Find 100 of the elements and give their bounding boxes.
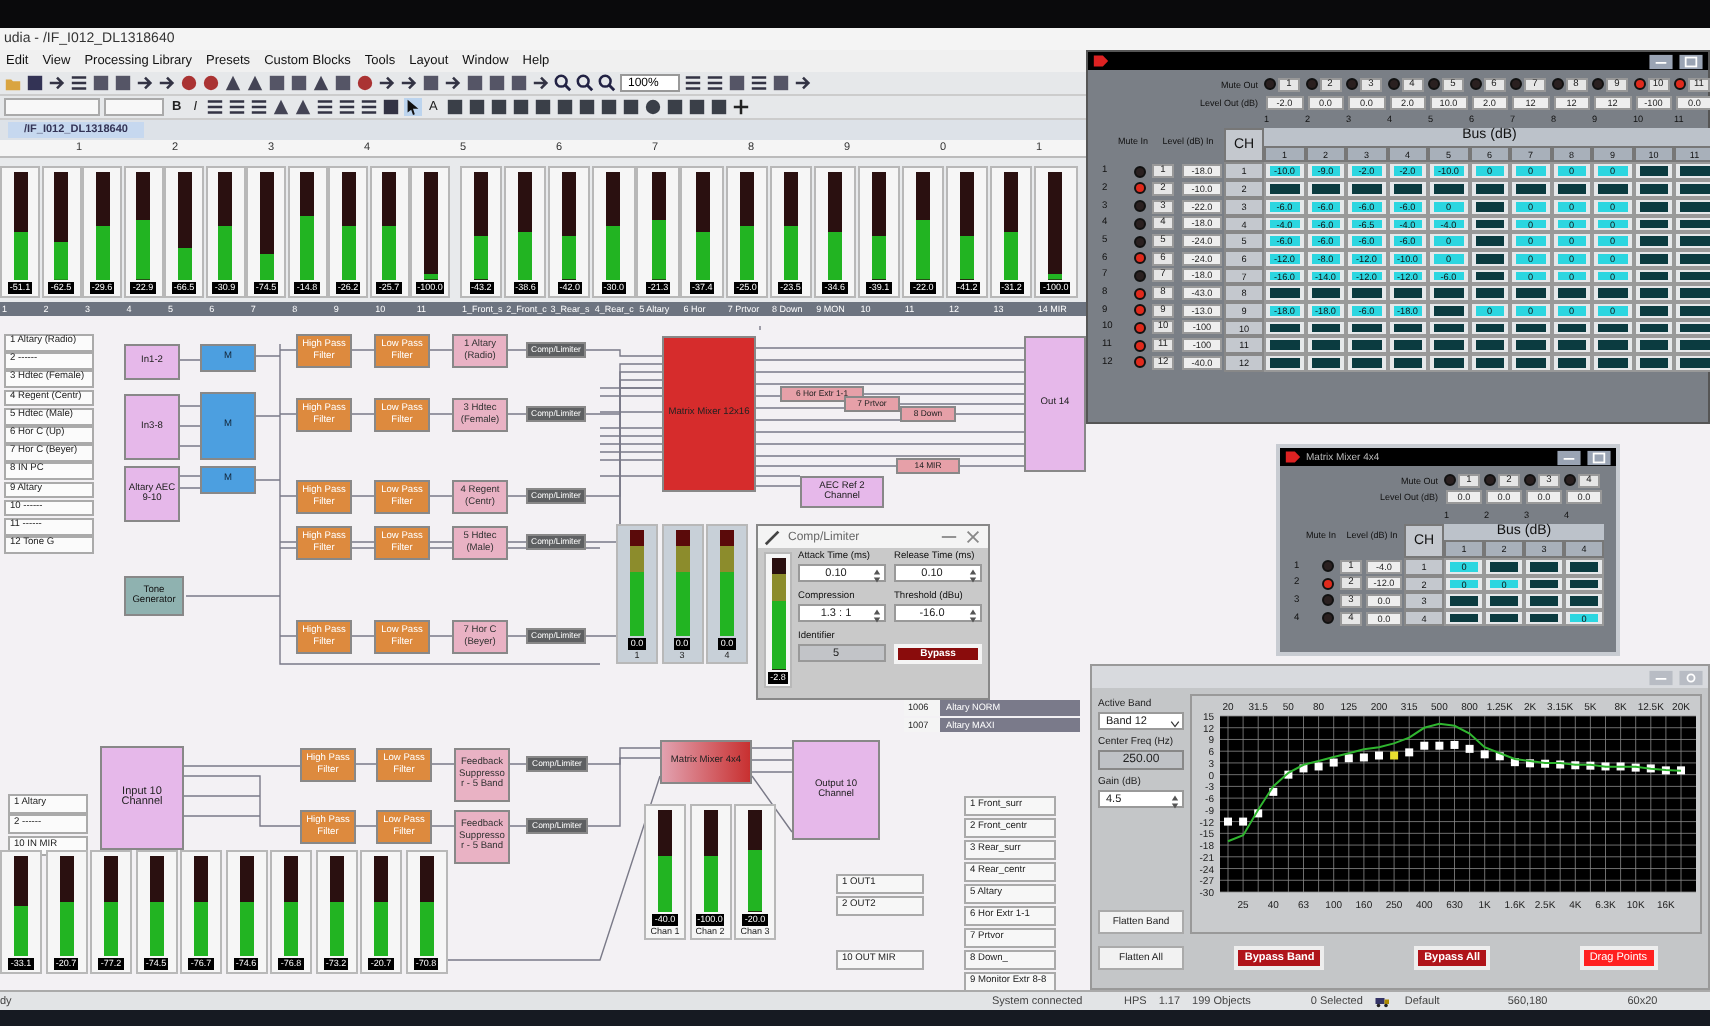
crosspoint-cell[interactable]: [1346, 336, 1387, 354]
crosspoint-cell[interactable]: [1387, 180, 1428, 198]
band-point[interactable]: [1344, 754, 1353, 763]
square-icon[interactable]: [488, 74, 506, 92]
crosspoint-cell[interactable]: [1633, 354, 1674, 372]
square-icon[interactable]: [510, 74, 528, 92]
crosspoint-cell[interactable]: [1633, 180, 1674, 198]
spinner-icon[interactable]: [872, 567, 882, 583]
band-point[interactable]: [1435, 741, 1444, 750]
crosspoint-cell[interactable]: [1264, 180, 1305, 198]
circle-icon[interactable]: [643, 98, 662, 116]
band-point[interactable]: [1284, 770, 1293, 779]
maximize-icon[interactable]: [1678, 53, 1704, 69]
crosspoint-cell[interactable]: [1551, 336, 1592, 354]
band-point[interactable]: [1586, 761, 1595, 770]
square-icon[interactable]: [489, 98, 508, 116]
crosspoint-cell[interactable]: [1674, 354, 1710, 372]
crosspoint-cell[interactable]: [1469, 232, 1510, 250]
crosspoint-cell[interactable]: [1674, 162, 1710, 181]
band-point[interactable]: [1329, 758, 1338, 767]
crosspoint-cell[interactable]: [1428, 284, 1469, 302]
band-point[interactable]: [1465, 744, 1474, 753]
crosspoint-cell[interactable]: [1674, 180, 1710, 198]
crosspoint-cell[interactable]: [1510, 354, 1551, 372]
crosspoint-cell[interactable]: [1346, 180, 1387, 198]
band-point[interactable]: [1510, 758, 1519, 767]
square-icon[interactable]: [466, 74, 484, 92]
band-point[interactable]: [1269, 787, 1278, 796]
crosspoint-cell[interactable]: [1524, 592, 1564, 610]
crosspoint-cell[interactable]: [1387, 354, 1428, 372]
lines-icon[interactable]: [706, 74, 725, 92]
crosspoint-cell[interactable]: [1264, 336, 1305, 354]
band-point[interactable]: [1631, 763, 1640, 772]
crosspoint-cell[interactable]: [1444, 592, 1484, 610]
circle-icon[interactable]: [180, 74, 198, 92]
band-point[interactable]: [1616, 762, 1625, 771]
square-icon[interactable]: [533, 98, 552, 116]
square-icon[interactable]: [422, 74, 440, 92]
crosspoint-cell[interactable]: [1551, 180, 1592, 198]
lines-icon[interactable]: [684, 74, 703, 92]
crosspoint-cell[interactable]: [1305, 284, 1346, 302]
crosspoint-cell[interactable]: [1346, 284, 1387, 302]
band-point[interactable]: [1420, 741, 1429, 750]
lines-icon[interactable]: [205, 98, 224, 116]
crosspoint-cell[interactable]: [1510, 336, 1551, 354]
crosspoint-cell[interactable]: [1305, 336, 1346, 354]
magnifier-icon[interactable]: [598, 74, 616, 92]
square-icon[interactable]: [334, 74, 352, 92]
crosspoint-cell[interactable]: [1592, 354, 1633, 372]
spinner-icon[interactable]: [968, 567, 978, 583]
crosspoint-cell[interactable]: [1510, 180, 1551, 198]
square-icon[interactable]: [621, 98, 640, 116]
square-icon[interactable]: [445, 98, 464, 116]
square-icon[interactable]: [92, 74, 110, 92]
crosspoint-cell[interactable]: [1592, 284, 1633, 302]
crosspoint-cell[interactable]: [1387, 336, 1428, 354]
crosspoint-cell[interactable]: [1428, 354, 1469, 372]
square-icon[interactable]: [467, 98, 486, 116]
crosspoint-cell[interactable]: [1633, 162, 1674, 181]
square-icon[interactable]: [687, 98, 706, 116]
circle-icon[interactable]: [202, 74, 220, 92]
band-point[interactable]: [1254, 809, 1263, 818]
lines-icon[interactable]: [249, 98, 268, 116]
crosspoint-cell[interactable]: [1469, 284, 1510, 302]
crosspoint-cell[interactable]: [1305, 354, 1346, 372]
band-point[interactable]: [1556, 760, 1565, 769]
crosspoint-cell[interactable]: [1469, 336, 1510, 354]
band-point[interactable]: [1314, 762, 1323, 771]
magnifier-icon[interactable]: [576, 74, 594, 92]
lines-icon[interactable]: [359, 98, 378, 116]
circle-icon[interactable]: [356, 74, 374, 92]
close-icon[interactable]: [964, 528, 982, 546]
band-point[interactable]: [1239, 817, 1248, 826]
crosspoint-cell[interactable]: [1674, 232, 1710, 250]
square-icon[interactable]: [772, 74, 791, 92]
spinner-icon[interactable]: [872, 607, 882, 623]
crosspoint-cell[interactable]: [1592, 336, 1633, 354]
crosspoint-cell[interactable]: [1469, 180, 1510, 198]
crosspoint-cell[interactable]: [1674, 336, 1710, 354]
crosspoint-cell[interactable]: [1633, 336, 1674, 354]
crosspoint-cell[interactable]: [1551, 354, 1592, 372]
square-icon[interactable]: [114, 74, 132, 92]
crosspoint-cell[interactable]: [1633, 284, 1674, 302]
band-point[interactable]: [1541, 759, 1550, 768]
band-point[interactable]: [1661, 766, 1670, 775]
crosspoint-cell[interactable]: [1510, 284, 1551, 302]
band-point[interactable]: [1571, 761, 1580, 770]
square-icon[interactable]: [577, 98, 596, 116]
square-icon[interactable]: [665, 98, 684, 116]
lines-icon[interactable]: [315, 98, 334, 116]
crosspoint-cell[interactable]: [1633, 232, 1674, 250]
pointer-icon[interactable]: [403, 98, 422, 116]
magnifier-icon[interactable]: [554, 74, 572, 92]
crosspoint-cell[interactable]: [1484, 592, 1524, 610]
square-icon[interactable]: [511, 98, 530, 116]
band-point[interactable]: [1299, 764, 1308, 773]
crosspoint-cell[interactable]: [1428, 180, 1469, 198]
crosspoint-cell[interactable]: [1264, 284, 1305, 302]
crosspoint-cell[interactable]: [1428, 336, 1469, 354]
band-point[interactable]: [1480, 750, 1489, 759]
